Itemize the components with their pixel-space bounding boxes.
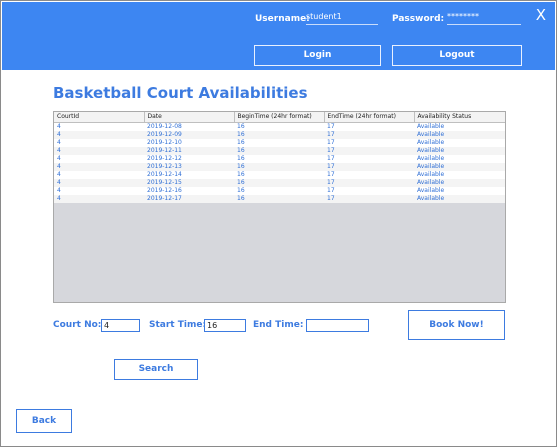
cell-status: Available [417, 179, 445, 186]
table-row[interactable]: 4 2019-12-09 16 17 Available [54, 131, 505, 139]
cell-date: 2019-12-15 [147, 179, 182, 186]
cell-status: Available [417, 187, 445, 194]
cell-date: 2019-12-14 [147, 171, 182, 178]
cell-begintime: 16 [237, 179, 245, 186]
cell-courtid: 4 [57, 155, 61, 162]
table-header-row: CourtId Date BeginTime (24hr format) End… [54, 112, 505, 123]
cell-courtid: 4 [57, 131, 61, 138]
availability-table[interactable]: CourtId Date BeginTime (24hr format) End… [53, 111, 506, 303]
header-bar: Username: Password: Login Logout X [2, 2, 555, 70]
cell-courtid: 4 [57, 187, 61, 194]
cell-date: 2019-12-17 [147, 195, 182, 202]
cell-courtid: 4 [57, 147, 61, 154]
username-input[interactable] [306, 10, 378, 25]
cell-endtime: 17 [327, 179, 335, 186]
table-row[interactable]: 4 2019-12-13 16 17 Available [54, 163, 505, 171]
end-time-input[interactable] [306, 319, 369, 332]
page-title: Basketball Court Availabilities [53, 84, 308, 102]
cell-begintime: 16 [237, 123, 245, 130]
cell-courtid: 4 [57, 163, 61, 170]
cell-begintime: 16 [237, 171, 245, 178]
password-input[interactable] [447, 10, 521, 25]
cell-begintime: 16 [237, 195, 245, 202]
cell-status: Available [417, 131, 445, 138]
column-header-status[interactable]: Availability Status [414, 112, 505, 123]
login-button[interactable]: Login [254, 45, 381, 66]
column-header-begintime[interactable]: BeginTime (24hr format) [234, 112, 325, 123]
cell-date: 2019-12-11 [147, 147, 182, 154]
cell-endtime: 17 [327, 123, 335, 130]
app-window: Username: Password: Login Logout X Baske… [0, 0, 557, 447]
table-row[interactable]: 4 2019-12-11 16 17 Available [54, 147, 505, 155]
table-row[interactable]: 4 2019-12-08 16 17 Available [54, 122, 505, 131]
cell-courtid: 4 [57, 179, 61, 186]
table-row[interactable]: 4 2019-12-14 16 17 Available [54, 171, 505, 179]
cell-status: Available [417, 163, 445, 170]
cell-begintime: 16 [237, 155, 245, 162]
cell-status: Available [417, 155, 445, 162]
table-row[interactable]: 4 2019-12-17 16 17 Available [54, 195, 505, 203]
cell-begintime: 16 [237, 163, 245, 170]
cell-begintime: 16 [237, 139, 245, 146]
cell-courtid: 4 [57, 171, 61, 178]
cell-date: 2019-12-16 [147, 187, 182, 194]
cell-status: Available [417, 171, 445, 178]
cell-endtime: 17 [327, 155, 335, 162]
cell-endtime: 17 [327, 147, 335, 154]
cell-status: Available [417, 123, 445, 130]
cell-endtime: 17 [327, 171, 335, 178]
cell-begintime: 16 [237, 147, 245, 154]
cell-date: 2019-12-08 [147, 123, 182, 130]
cell-endtime: 17 [327, 163, 335, 170]
back-button[interactable]: Back [16, 409, 72, 433]
cell-begintime: 16 [237, 131, 245, 138]
cell-status: Available [417, 195, 445, 202]
password-label: Password: [392, 14, 445, 24]
start-time-input[interactable] [204, 319, 246, 332]
cell-date: 2019-12-10 [147, 139, 182, 146]
end-time-label: End Time: [253, 320, 304, 330]
cell-endtime: 17 [327, 139, 335, 146]
cell-status: Available [417, 147, 445, 154]
cell-begintime: 16 [237, 187, 245, 194]
cell-courtid: 4 [57, 139, 61, 146]
court-no-input[interactable] [101, 319, 140, 332]
cell-status: Available [417, 139, 445, 146]
cell-date: 2019-12-12 [147, 155, 182, 162]
cell-date: 2019-12-13 [147, 163, 182, 170]
book-now-button[interactable]: Book Now! [408, 310, 505, 340]
table-row[interactable]: 4 2019-12-16 16 17 Available [54, 187, 505, 195]
search-button[interactable]: Search [114, 359, 198, 380]
cell-courtid: 4 [57, 195, 61, 202]
column-header-courtid[interactable]: CourtId [54, 112, 145, 123]
cell-endtime: 17 [327, 187, 335, 194]
cell-endtime: 17 [327, 195, 335, 202]
court-no-label: Court No: [53, 320, 102, 330]
table-row[interactable]: 4 2019-12-10 16 17 Available [54, 139, 505, 147]
close-icon[interactable]: X [536, 6, 546, 24]
start-time-label: Start Time: [149, 320, 207, 330]
column-header-endtime[interactable]: EndTime (24hr format) [324, 112, 415, 123]
column-header-date[interactable]: Date [144, 112, 235, 123]
logout-button[interactable]: Logout [392, 45, 522, 66]
cell-courtid: 4 [57, 123, 61, 130]
table-row[interactable]: 4 2019-12-15 16 17 Available [54, 179, 505, 187]
table-row[interactable]: 4 2019-12-12 16 17 Available [54, 155, 505, 163]
cell-endtime: 17 [327, 131, 335, 138]
cell-date: 2019-12-09 [147, 131, 182, 138]
username-label: Username: [255, 14, 310, 24]
